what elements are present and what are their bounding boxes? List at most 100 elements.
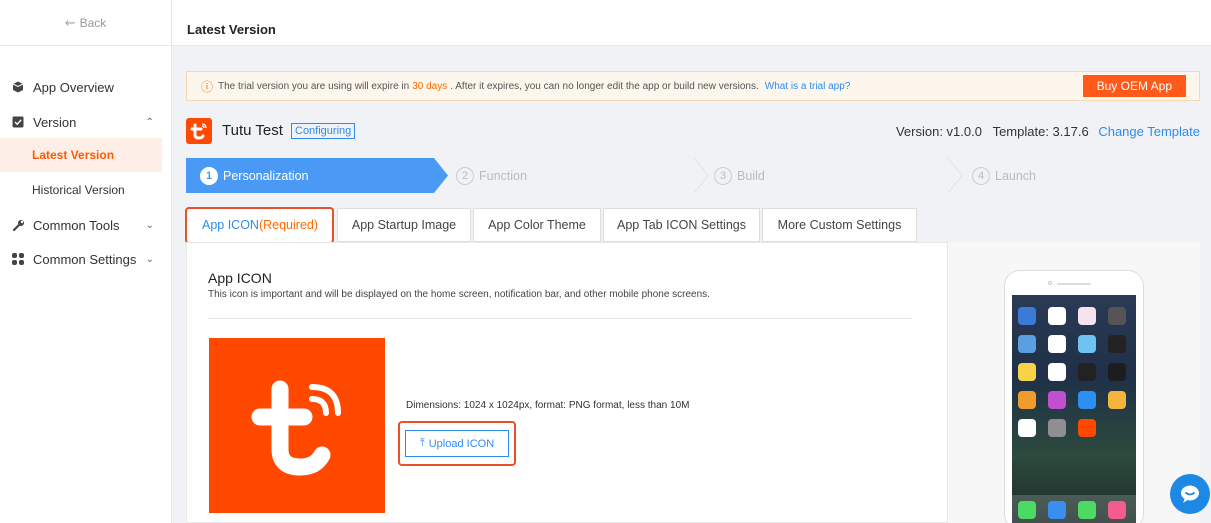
sidebar-item-label: Version (33, 114, 77, 130)
notice-days: 30 days (412, 80, 448, 92)
mail-app-icon (1018, 307, 1036, 325)
tuya-logo-icon (251, 380, 341, 476)
grid-icon (11, 252, 25, 266)
photos-app-icon (1078, 307, 1096, 325)
tab-label: App ICON (201, 218, 259, 232)
weather-app-icon (1078, 335, 1096, 353)
tab-app-tab-icon-settings[interactable]: App Tab ICON Settings (603, 208, 760, 242)
step-function[interactable]: 2 Function (456, 158, 527, 193)
settings-app-icon (1048, 419, 1066, 437)
tab-more-custom-settings[interactable]: More Custom Settings (762, 208, 917, 242)
notice-text-before: The trial version you are using will exp… (218, 80, 410, 92)
step-number: 1 (200, 166, 218, 185)
tab-app-color-theme[interactable]: App Color Theme (473, 208, 601, 242)
tab-required-suffix: (Required) (258, 218, 319, 232)
sidebar-item-version[interactable]: Version ⌃ (0, 105, 172, 139)
back-label: Back (79, 16, 107, 30)
reminders-app-icon (1048, 363, 1066, 381)
chevron-down-icon: ⌄ (145, 253, 154, 265)
tv-app-icon (1108, 363, 1126, 381)
step-launch[interactable]: 4 Launch (972, 158, 1036, 193)
phone-speaker (1057, 283, 1091, 285)
app-logo (186, 118, 212, 144)
phone-app-icon (1018, 501, 1036, 519)
maps-app-icon (1018, 335, 1036, 353)
safari-app-icon (1048, 501, 1066, 519)
tutu-app-icon (1078, 419, 1096, 437)
wrench-icon (11, 218, 25, 232)
tab-app-icon[interactable]: App ICON (Required) (186, 208, 334, 242)
step-number: 2 (456, 166, 474, 185)
sidebar: App Overview Version ⌃ Latest Version Hi… (0, 46, 172, 523)
app-store-icon (1078, 391, 1096, 409)
page-title: Latest Version (187, 22, 276, 37)
camera-app-icon (1108, 307, 1126, 325)
step-arrows (186, 158, 963, 193)
divider (208, 318, 912, 319)
upload-label: Upload ICON (428, 437, 495, 450)
sidebar-item-common-settings[interactable]: Common Settings ⌄ (0, 242, 172, 276)
sidebar-item-latest-version[interactable]: Latest Version (0, 138, 162, 172)
clock-app-icon (1048, 335, 1066, 353)
step-number: 3 (714, 166, 732, 185)
app-header: Tutu Test Configuring Version: v1.0.0 Te… (186, 118, 1200, 146)
sidebar-item-common-tools[interactable]: Common Tools ⌄ (0, 208, 172, 242)
app-name: Tutu Test (222, 122, 283, 139)
change-template-link[interactable]: Change Template (1098, 124, 1200, 139)
cube-icon (11, 80, 25, 94)
chat-bubble-icon (1181, 485, 1199, 503)
checkbox-icon (11, 115, 25, 129)
step-personalization[interactable]: 1 Personalization (200, 158, 308, 193)
phone-camera (1048, 281, 1052, 285)
phone-screen (1012, 295, 1136, 523)
sidebar-item-label: Common Tools (33, 217, 120, 233)
calendar-app-icon (1048, 307, 1066, 325)
music-app-icon (1108, 501, 1126, 519)
upload-icon: ⤒ (419, 437, 425, 449)
sidebar-item-label: Common Settings (33, 251, 137, 267)
messages-app-icon (1078, 501, 1096, 519)
step-label: Function (479, 168, 527, 183)
buy-oem-app-button[interactable]: Buy OEM App (1082, 75, 1186, 97)
main-content: ⓘ The trial version you are using will e… (172, 46, 1211, 523)
sidebar-item-historical-version[interactable]: Historical Version (0, 173, 162, 207)
panel-description: This icon is important and will be displ… (208, 289, 710, 300)
phone-dock (1012, 495, 1136, 523)
status-badge: Configuring (291, 123, 356, 139)
panel-title: App ICON (208, 270, 272, 286)
trial-notice: ⓘ The trial version you are using will e… (186, 71, 1200, 101)
trial-app-link[interactable]: What is a trial app? (765, 81, 851, 92)
app-icon-preview (209, 338, 385, 513)
home-app-icon (1108, 391, 1126, 409)
health-app-icon (1018, 419, 1036, 437)
sidebar-item-app-overview[interactable]: App Overview (0, 70, 172, 104)
books-app-icon (1018, 391, 1036, 409)
version-info: Version: v1.0.0 Template: 3.17.6 Change … (896, 124, 1200, 139)
back-button[interactable]: ⇜ Back (0, 0, 172, 46)
back-arrow-icon: ⇜ (64, 15, 76, 30)
chat-support-button[interactable] (1170, 474, 1210, 514)
step-label: Launch (995, 168, 1037, 183)
info-icon: ⓘ (201, 79, 214, 94)
app-icon-panel: App ICON This icon is important and will… (186, 242, 948, 523)
sidebar-item-label: App Overview (33, 79, 114, 95)
step-label: Personalization (223, 168, 309, 183)
stocks-app-icon (1078, 363, 1096, 381)
top-bar: ⇜ Back Latest Version (0, 0, 1211, 46)
phone-mockup (1004, 270, 1144, 523)
step-progress: 1 Personalization 2 Function 3 Build 4 L… (186, 158, 1200, 193)
chevron-up-icon: ⌃ (145, 116, 154, 128)
chevron-down-icon: ⌄ (145, 219, 154, 231)
videos-app-icon (1108, 335, 1126, 353)
notes-app-icon (1018, 363, 1036, 381)
step-label: Build (737, 168, 765, 183)
podcasts-app-icon (1048, 391, 1066, 409)
template-label: Template: 3.17.6 (992, 124, 1089, 139)
upload-icon-button[interactable]: ⤒ Upload ICON (405, 430, 509, 457)
phone-preview-area (948, 242, 1200, 523)
notice-text-after: . After it expires, you can no longer ed… (450, 80, 759, 92)
version-label: Version: v1.0.0 (895, 124, 982, 139)
step-build[interactable]: 3 Build (714, 158, 765, 193)
dimensions-text: Dimensions: 1024 x 1024px, format: PNG f… (406, 400, 690, 411)
tab-app-startup-image[interactable]: App Startup Image (337, 208, 471, 242)
